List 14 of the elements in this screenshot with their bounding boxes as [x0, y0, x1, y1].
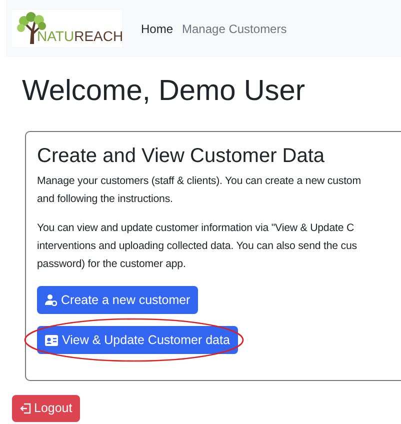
logout-icon — [20, 403, 31, 414]
card-text: Manage your customers (staff & clients). You can create a new custom and following the instructions. — [37, 174, 362, 208]
logo[interactable]: NATUREACH — [12, 10, 122, 47]
card-button[interactable]: Create a new customer — [37, 286, 198, 314]
nav-link[interactable]: Home — [141, 20, 174, 38]
card-text: You can view and update customer information via "View & Update C interventions and uploading collected data. You can also send the cus password) for the customer app. — [37, 221, 358, 272]
id-card-icon — [45, 334, 58, 346]
card-button[interactable]: View & Update Customer data — [37, 326, 238, 354]
logout-button[interactable]: Logout — [12, 395, 80, 422]
logo-text: NATUREACH — [37, 29, 124, 43]
card-title: Create and View Customer Data — [37, 144, 326, 170]
page-heading: Welcome, Demo User — [22, 74, 306, 109]
nav-link[interactable]: Manage Customers — [182, 20, 287, 38]
person-gear-icon — [45, 294, 57, 306]
